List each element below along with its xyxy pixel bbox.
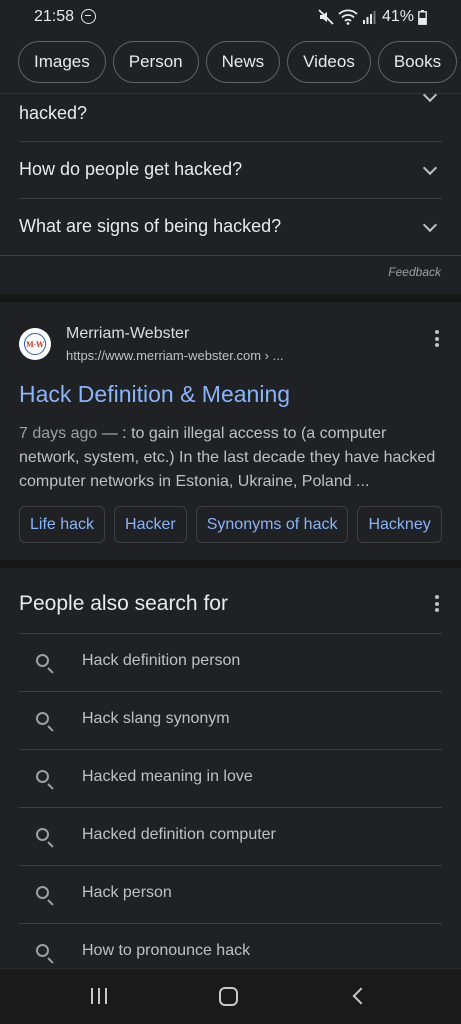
chevron-down-icon [422, 160, 438, 176]
search-icon [36, 828, 49, 841]
result-date: 7 days ago [19, 425, 98, 442]
chip-images[interactable]: Images [18, 41, 106, 83]
feedback-link[interactable]: Feedback [388, 265, 441, 279]
faq-question: How do people get hacked? [19, 159, 243, 179]
battery-level: 41% [381, 8, 414, 25]
site-favicon[interactable]: M·W [19, 328, 51, 360]
related-chip-synonyms[interactable]: Synonyms of hack [195, 506, 349, 543]
search-icon [36, 886, 49, 899]
search-result: M·W Merriam-Webster https://www.merriam-… [0, 302, 461, 560]
result-snippet: 7 days ago — : to gain illegal access to… [19, 422, 445, 494]
faq-item[interactable]: What are signs of being hacked? [0, 198, 461, 256]
chevron-down-icon [422, 217, 438, 233]
related-searches: Life hack Hacker Synonyms of hack Hackne… [19, 506, 442, 543]
merriam-webster-logo: M·W [24, 333, 46, 355]
search-filter-bar: Images Person News Videos Books [0, 34, 461, 94]
faq-question: What are signs of being hacked? [19, 216, 282, 236]
list-item[interactable]: Hack definition person [0, 633, 461, 691]
chip-person[interactable]: Person [112, 41, 199, 83]
faq-item-partial[interactable]: hacked? [0, 87, 461, 140]
result-title-link[interactable]: Hack Definition & Meaning [19, 381, 290, 408]
suggestion-label: Hack person [82, 884, 172, 901]
divider [0, 255, 461, 256]
list-item[interactable]: Hacked definition computer [0, 807, 461, 865]
list-item[interactable]: Hack person [0, 865, 461, 923]
site-url[interactable]: https://www.merriam-webster.com › ... [66, 348, 283, 363]
faq-question: hacked? [19, 103, 88, 123]
list-item[interactable]: Hacked meaning in love [0, 749, 461, 807]
wifi-icon [338, 9, 358, 25]
search-icon [36, 654, 49, 667]
suggestion-label: Hack definition person [82, 652, 241, 669]
section-title: People also search for [19, 592, 228, 615]
site-name[interactable]: Merriam-Webster [66, 325, 189, 343]
suggestion-label: Hacked definition computer [82, 826, 276, 843]
section-divider [0, 560, 461, 568]
suggestion-label: Hacked meaning in love [82, 768, 253, 785]
list-item[interactable]: Hack slang synonym [0, 691, 461, 749]
faq-item[interactable]: How do people get hacked? [0, 141, 461, 199]
chip-books[interactable]: Books [377, 41, 458, 83]
suggestion-label: Hack slang synonym [82, 710, 230, 727]
battery-icon [418, 9, 427, 25]
section-divider [0, 294, 461, 302]
more-options-icon[interactable] [435, 595, 439, 615]
suggestion-label: How to pronounce hack [82, 942, 251, 959]
related-chip-hacker[interactable]: Hacker [114, 506, 187, 543]
mute-icon [318, 9, 334, 25]
search-icon [36, 712, 49, 725]
status-time: 21:58 [34, 8, 75, 25]
chip-news[interactable]: News [205, 41, 281, 83]
do-not-disturb-icon [81, 9, 96, 24]
related-chip-life-hack[interactable]: Life hack [19, 506, 106, 543]
status-icons: 41% [318, 7, 427, 27]
search-icon [36, 770, 49, 783]
search-icon [36, 944, 49, 957]
signal-icon [362, 11, 376, 24]
people-also-search-section: People also search for Hack definition p… [0, 568, 461, 968]
status-bar: 21:58 41% [0, 0, 461, 34]
related-chip-hackney[interactable]: Hackney [357, 506, 442, 543]
back-icon[interactable] [352, 987, 370, 1005]
home-icon[interactable] [219, 987, 238, 1006]
more-options-icon[interactable] [435, 330, 439, 350]
chip-videos[interactable]: Videos [287, 41, 371, 83]
system-navigation-bar [0, 968, 461, 1024]
recents-icon[interactable] [91, 988, 107, 1004]
